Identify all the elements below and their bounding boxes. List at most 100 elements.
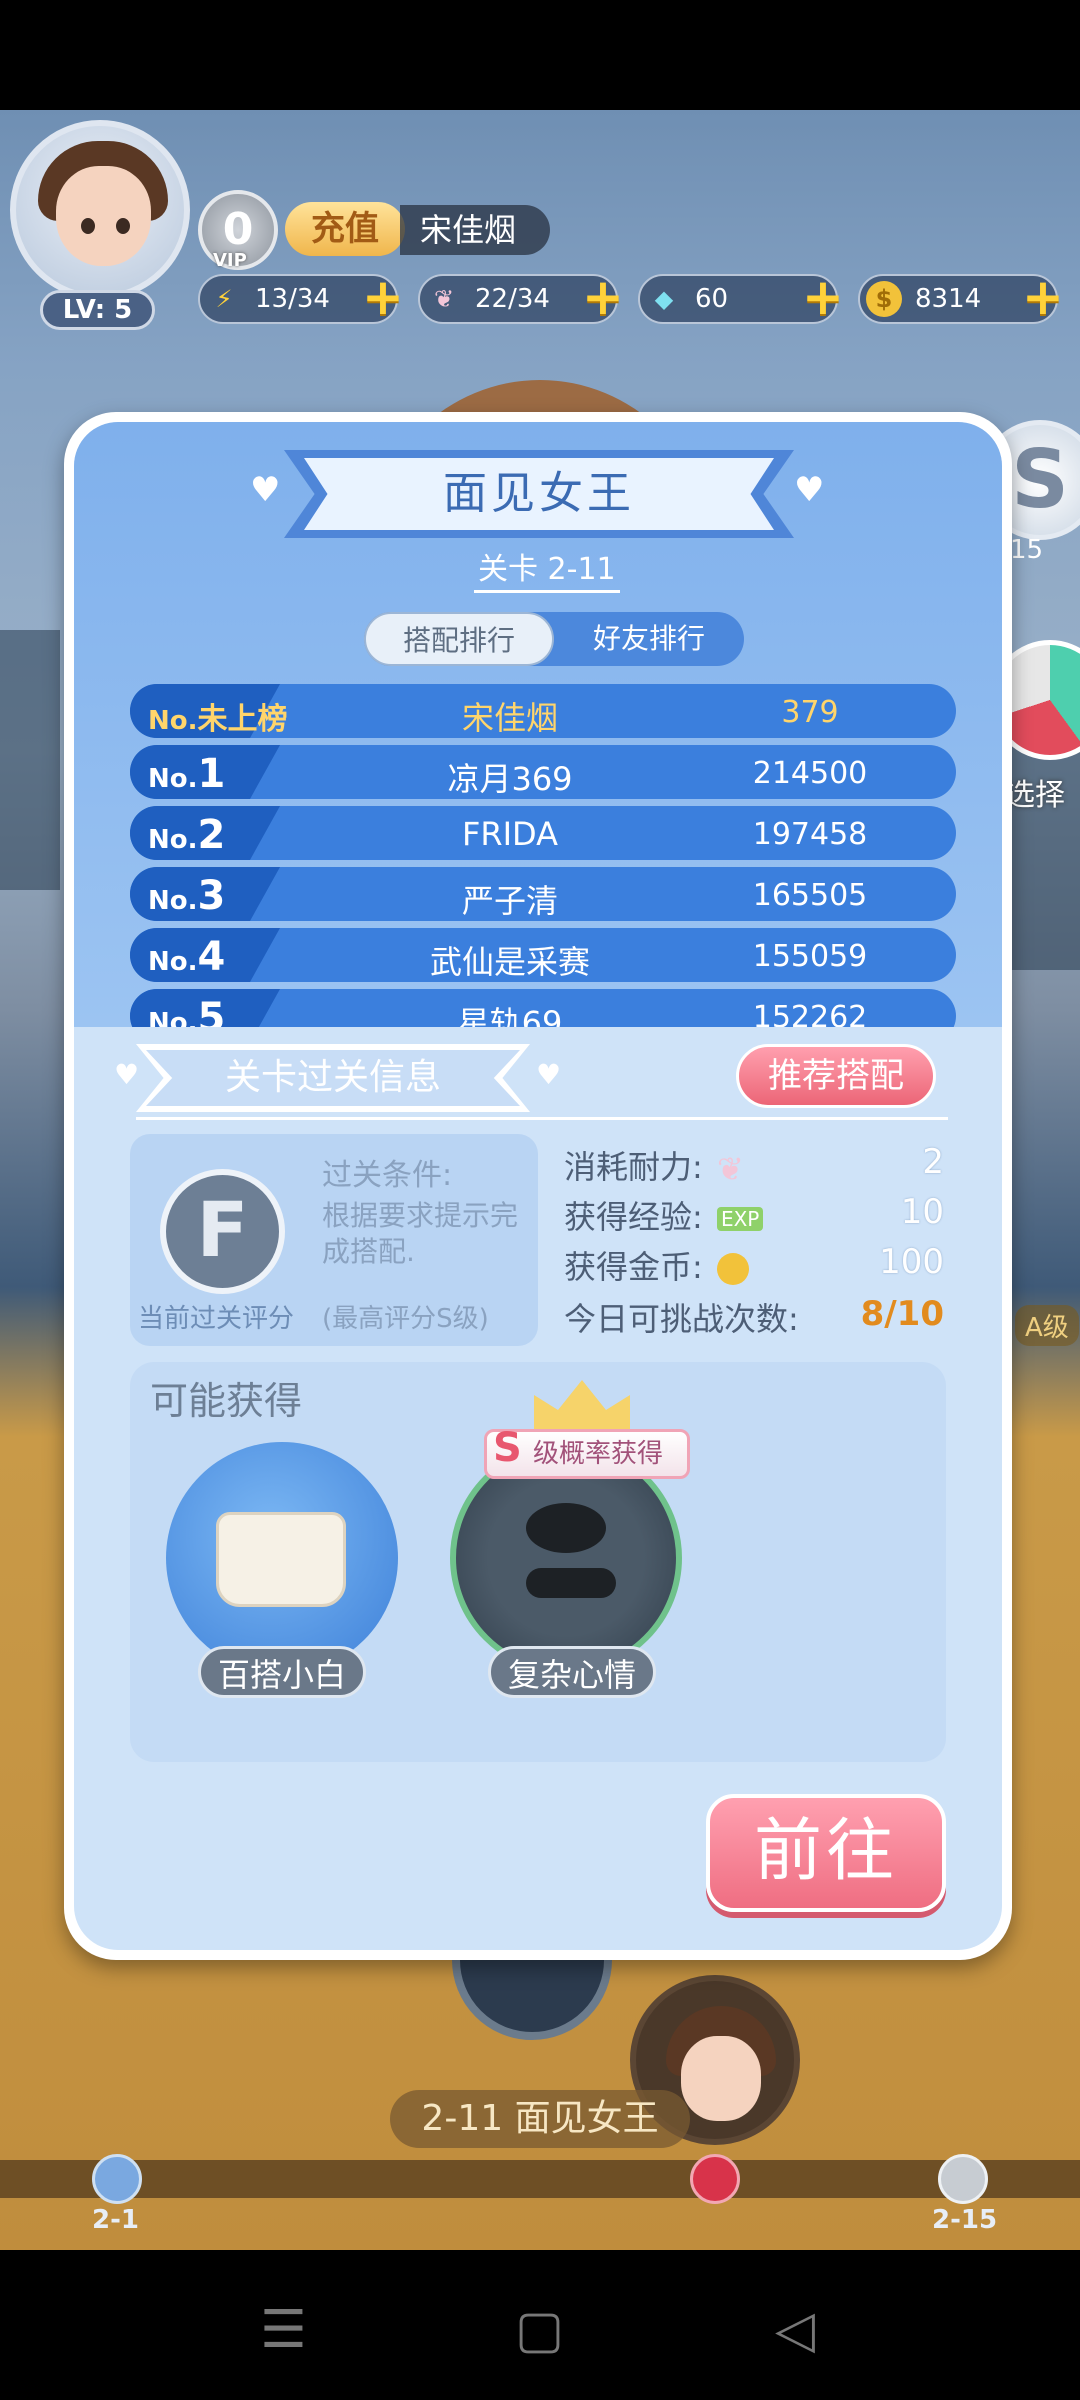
track-end-node[interactable] (938, 2154, 988, 2204)
rank-player-name: 凉月369 (447, 760, 573, 798)
stage-track (0, 2160, 1080, 2198)
add-coin-button[interactable]: + (1018, 272, 1068, 324)
ranking-row[interactable]: No.2 FRIDA 197458 (130, 806, 956, 860)
rank-number: 1 (197, 751, 226, 797)
ranking-row[interactable]: No.1 凉月369 214500 (130, 745, 956, 799)
diamond-value: 60 (695, 284, 729, 314)
stamina-label: 消耗耐力: (564, 1148, 703, 1186)
rank-player-name: 星轨69 (457, 1004, 563, 1027)
rank-prefix: No. (148, 764, 198, 794)
rank-score: 197458 (752, 817, 868, 852)
s-grade-letter: S (493, 1425, 522, 1471)
tries-label: 今日可挑战次数: (564, 1300, 799, 1338)
reward-item-label: 复杂心情 (488, 1646, 656, 1698)
wing-icon: ❦ (433, 285, 455, 313)
s-grade-probability-badge: S 级概率获得 (484, 1425, 690, 1479)
condition-label: 过关条件: (322, 1158, 453, 1193)
rank-number: 未上榜 (197, 702, 288, 737)
heart-icon: ♥ (536, 1058, 562, 1091)
stage-number: 关卡 2-11 (474, 544, 620, 593)
rank-score: 152262 (752, 1000, 868, 1027)
recharge-button[interactable]: 充值 (285, 202, 405, 256)
stage-caption: 2-11 面见女王 (390, 2090, 690, 2148)
diamond-resource: ◆ 60 + (638, 272, 844, 324)
go-button[interactable]: 前往 (706, 1794, 946, 1912)
max-grade-text: (最高评分S级) (322, 1304, 489, 1334)
add-energy-button[interactable]: + (358, 272, 408, 324)
reward-item-label: 百搭小白 (198, 1646, 366, 1698)
coin-resource: $ 8314 + (858, 272, 1064, 324)
rank-number: 3 (197, 873, 226, 919)
exp-value: 10 (900, 1192, 944, 1232)
rank-player-name: FRIDA (461, 815, 559, 853)
rank-tag: A级 (1015, 1305, 1079, 1346)
ranking-row-self[interactable]: No.未上榜 宋佳烟 379 (130, 684, 956, 738)
heart-icon: ♥ (114, 1058, 140, 1091)
wing-value: 22/34 (475, 284, 550, 314)
coin-value: 8314 (915, 284, 982, 314)
rank-score: 165505 (752, 878, 868, 913)
coin-icon (716, 1253, 749, 1285)
rank-prefix: No. (148, 886, 198, 916)
ranking-tabs: 搭配排行 好友排行 (364, 612, 744, 666)
rewards-title: 可能获得 (150, 1379, 303, 1423)
status-bar (0, 0, 1080, 110)
rank-player-name: 武仙是采赛 (429, 943, 590, 981)
current-grade-caption: 当前过关评分 (138, 1304, 295, 1334)
section-title: 关卡过关信息 (146, 1050, 520, 1106)
rank-score: 214500 (752, 756, 868, 791)
recommend-outfit-button[interactable]: 推荐搭配 (736, 1044, 936, 1108)
stage-info-dialog: 面见女王 ♥ ♥ 关卡 2-11 搭配排行 好友排行 No.未上榜 宋佳烟 37… (64, 412, 1012, 1960)
player-avatar[interactable] (10, 120, 190, 300)
rank-score: 155059 (752, 939, 868, 974)
ranking-list[interactable]: No.未上榜 宋佳烟 379 No.1 凉月369 214500 No.2 FR… (130, 684, 956, 1027)
diamond-icon: ◆ (654, 285, 674, 313)
level-badge: LV: 5 (40, 290, 155, 330)
game-screen: LV: 5 0 VIP 充值 宋佳烟 ⚡ 13/34 + ❦ 22/34 + ◆… (0, 0, 1080, 2400)
track-start-node[interactable] (92, 2154, 142, 2204)
coin-label: 获得金币: (564, 1248, 703, 1286)
vip-label: VIP (213, 250, 247, 271)
exp-label: 获得经验: (564, 1198, 703, 1236)
coin-icon: $ (866, 281, 902, 317)
condition-text: 根据要求提示完成搭配. (322, 1199, 519, 1268)
reward-item-bag[interactable] (166, 1442, 398, 1674)
add-wing-button[interactable]: + (578, 272, 628, 324)
energy-icon: ⚡ (215, 285, 233, 313)
rank-number: 2 (197, 812, 226, 858)
energy-resource: ⚡ 13/34 + (198, 272, 404, 324)
wing-resource: ❦ 22/34 + (418, 272, 624, 324)
home-nav-icon[interactable]: ▢ (515, 2300, 564, 2360)
stamina-value: 2 (922, 1142, 944, 1182)
rank-prefix: No. (148, 706, 198, 736)
exp-icon: EXP (716, 1207, 764, 1231)
tab-friend-ranking[interactable]: 好友排行 (554, 612, 744, 666)
back-nav-icon[interactable]: ◁ (775, 2300, 815, 2360)
track-start-label: 2-1 (92, 2205, 139, 2235)
rank-prefix: No. (148, 947, 198, 977)
track-current-node[interactable] (690, 2154, 740, 2204)
rank-prefix: No. (148, 825, 198, 855)
ranking-row[interactable]: No.4 武仙是采赛 155059 (130, 928, 956, 982)
energy-value: 13/34 (255, 284, 330, 314)
select-label: 选择 (1005, 778, 1065, 813)
ranking-row[interactable]: No.3 严子清 165505 (130, 867, 956, 921)
coin-value: 100 (879, 1242, 944, 1282)
current-grade-icon: F (160, 1169, 285, 1294)
stamina-row: 消耗耐力: ❦ 2 (564, 1142, 944, 1188)
dialog-title: 面见女王 (304, 458, 774, 530)
heart-icon: ♥ (250, 470, 281, 510)
add-diamond-button[interactable]: + (798, 272, 848, 324)
rank-number: 5 (197, 995, 226, 1027)
menu-nav-icon[interactable]: ☰ (260, 2300, 307, 2360)
tries-value: 8/10 (860, 1294, 944, 1334)
heart-icon: ♥ (794, 470, 825, 510)
ranking-section: 面见女王 ♥ ♥ 关卡 2-11 搭配排行 好友排行 No.未上榜 宋佳烟 37… (74, 422, 1002, 1027)
ranking-row[interactable]: No.5 星轨69 152262 (130, 989, 956, 1027)
rank-prefix: No. (148, 1008, 198, 1027)
tab-outfit-ranking[interactable]: 搭配排行 (364, 612, 554, 666)
track-end-label: 2-15 (932, 2205, 998, 2235)
rank-player-name: 严子清 (461, 882, 558, 920)
tries-row: 今日可挑战次数: 8/10 (564, 1294, 944, 1338)
exp-row: 获得经验: EXP 10 (564, 1192, 944, 1236)
